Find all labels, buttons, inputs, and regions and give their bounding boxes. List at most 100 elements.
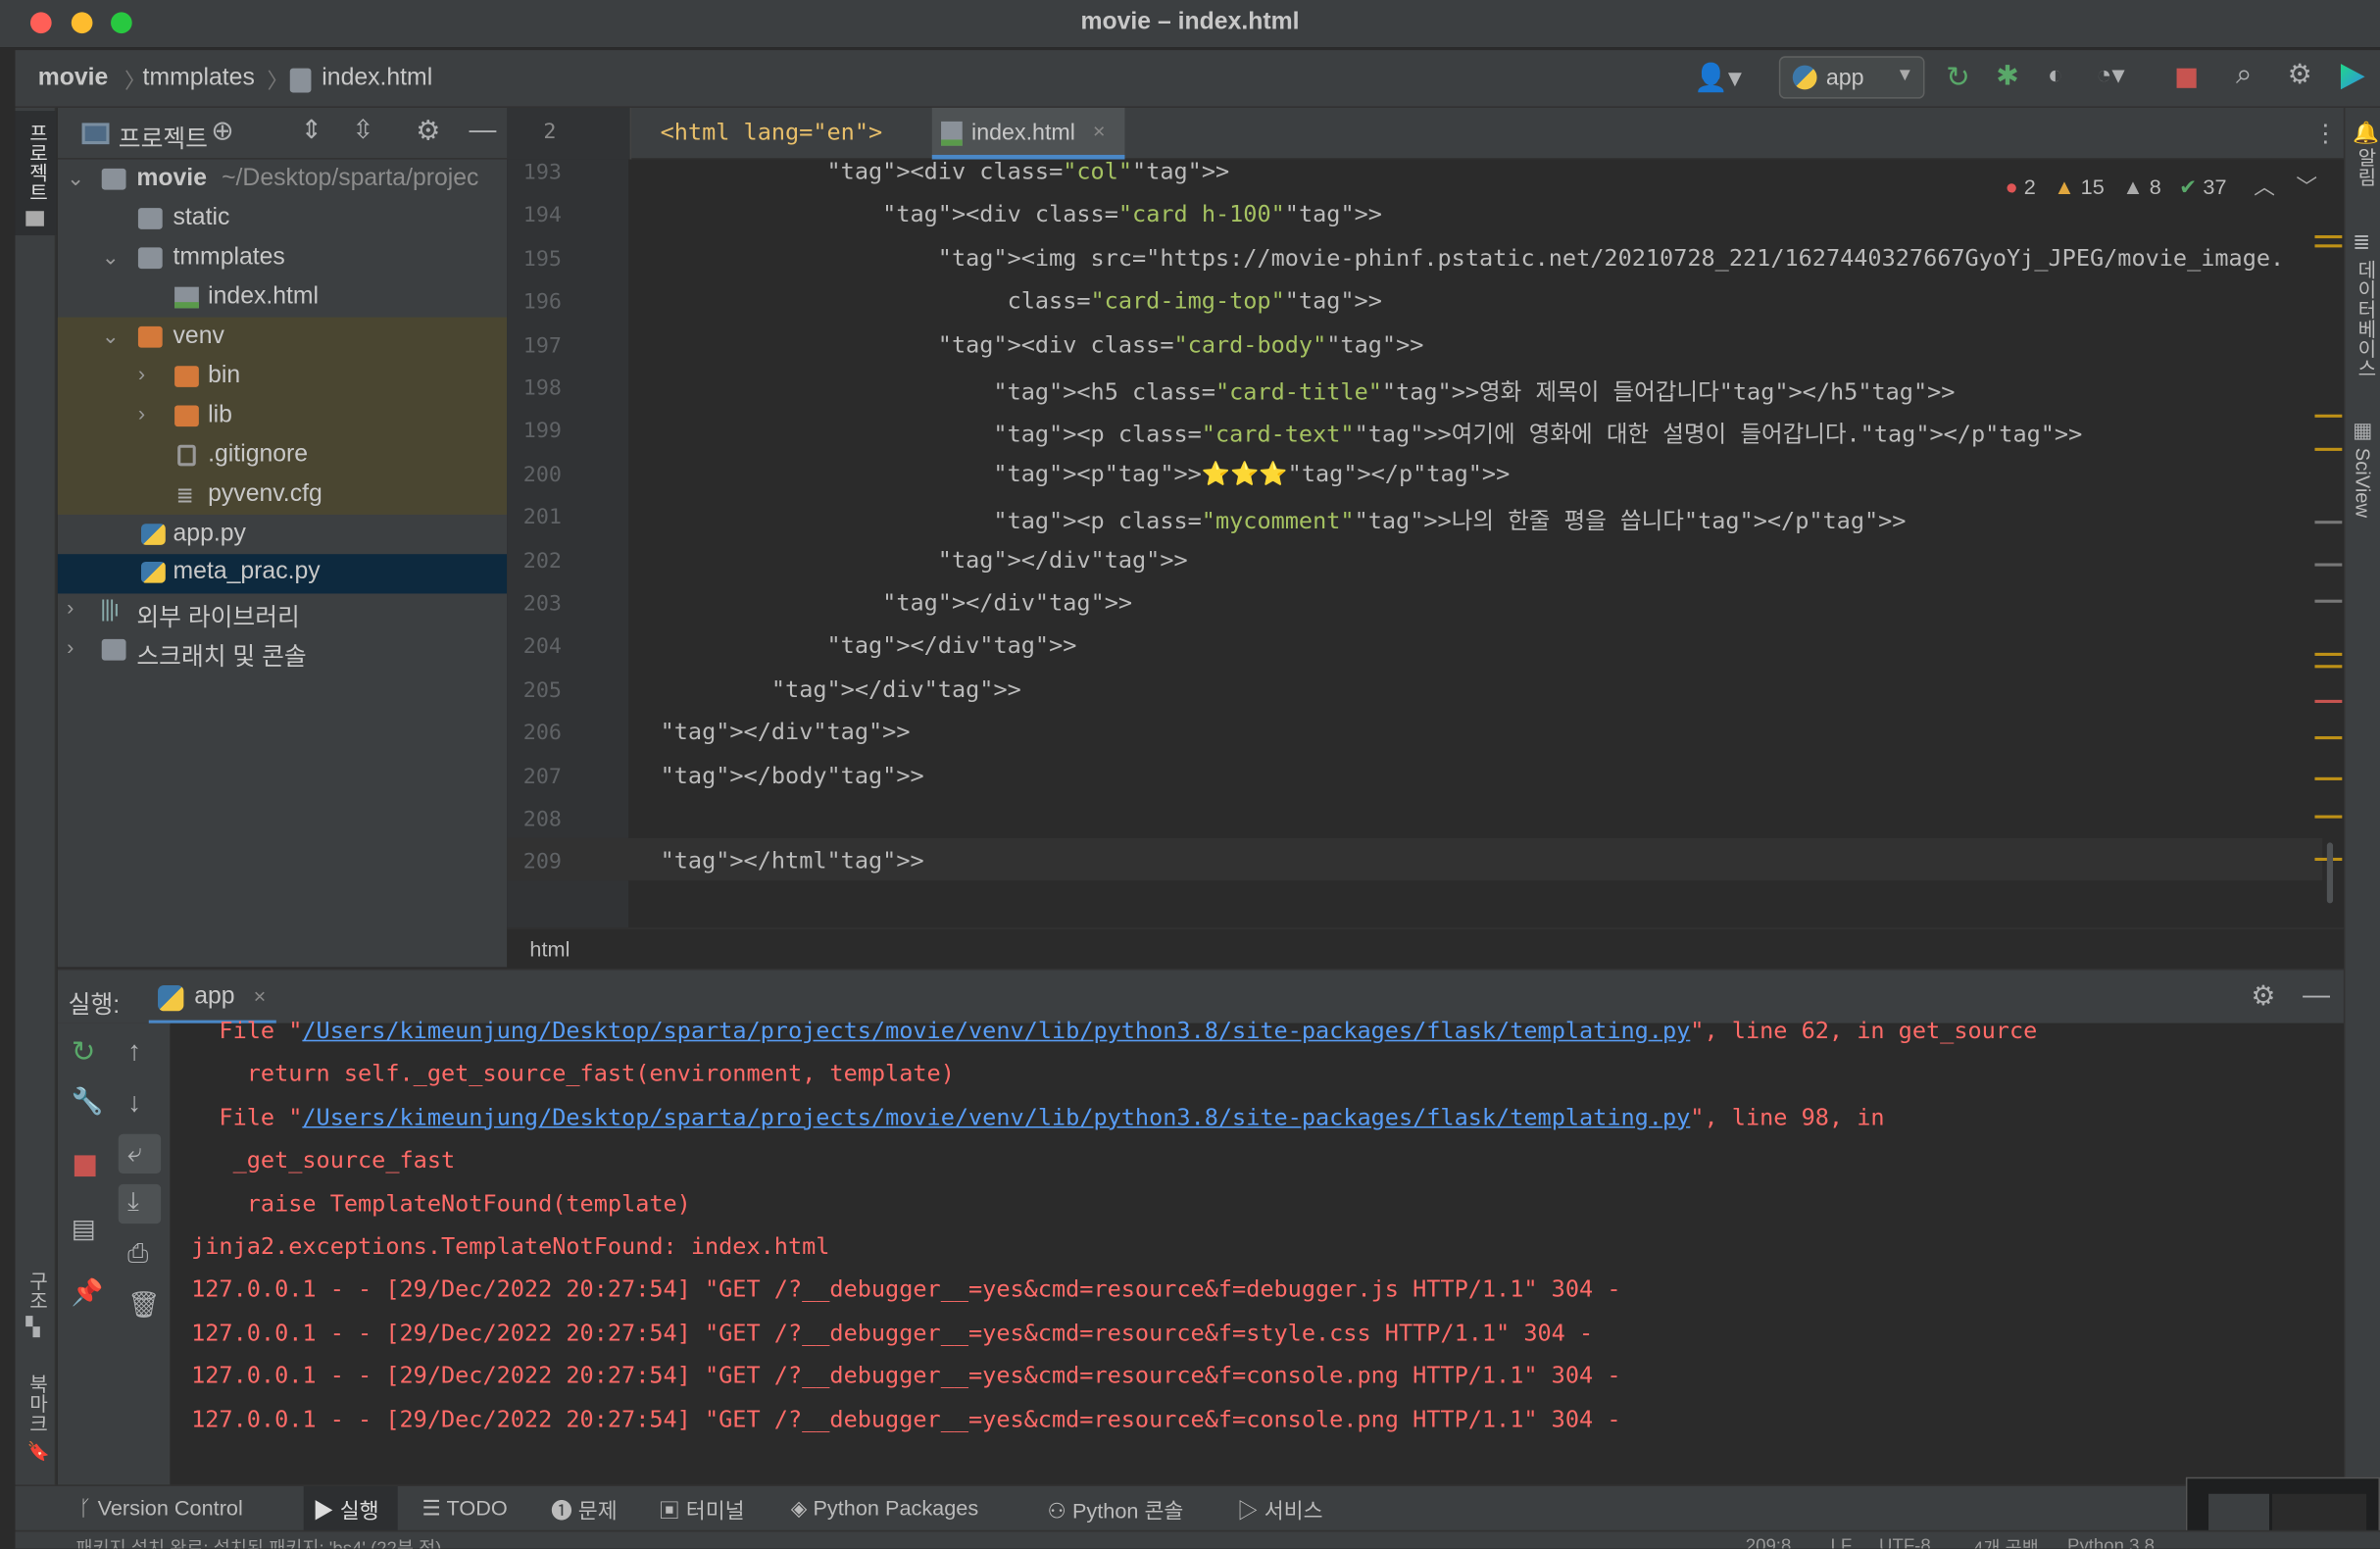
code-line[interactable]: "tag"></div"tag">> [661,719,911,746]
code-line[interactable]: class="card-img-top""tag">> [661,287,1382,315]
run-console[interactable]: File "/Users/kimeunjung/Desktop/sparta/p… [170,1017,2344,1485]
tab-version-control[interactable]: ᚴ Version Control [79,1495,243,1520]
wrench-icon[interactable]: 🔧 [72,1087,104,1118]
tree-item-app-py[interactable]: app.py [58,516,507,555]
interpreter[interactable]: Python 3.8 [2067,1535,2155,1549]
tab-problems[interactable]: ❶ 문제 [551,1495,618,1525]
code-line[interactable]: "tag"></div"tag">> [661,632,1077,660]
select-opened-file-icon[interactable]: ⊕ [211,116,233,148]
arrow-up-icon[interactable]: ↑ [127,1035,141,1068]
hide-panel-icon[interactable]: — [2303,979,2330,1012]
pin-icon[interactable]: 📌 [72,1278,104,1309]
tree-item-meta-prac-py[interactable]: meta_prac.py [57,554,508,594]
run-config-select[interactable]: app ▼ [1778,56,1925,99]
tree-item-gitignore[interactable]: .gitignore [58,437,507,476]
coverage-icon[interactable]: ◐ [2048,61,2063,91]
next-highlight-icon[interactable]: ﹀ [2296,175,2317,199]
code-line[interactable]: "tag"><div class="col""tag">> [661,158,1230,185]
code-line[interactable]: "tag"><p"tag">>⭐⭐⭐"tag"></p"tag">> [661,460,1510,487]
profile-icon[interactable]: ◔▾ [2096,61,2124,91]
breadcrumb-project[interactable]: movie [38,66,109,93]
rerun-icon[interactable]: ↻ [1946,61,1970,96]
sticky-line-code[interactable]: <html lang="en"> [661,119,883,146]
sciview-icon[interactable]: ▦ [2353,418,2372,443]
ide-logo-icon[interactable] [2340,64,2365,90]
close-tab-icon[interactable]: × [254,983,267,1008]
tab-run[interactable]: ▶ 실행 [313,1495,379,1525]
tree-item-scratches[interactable]: › 스크래치 및 콘솔 [58,631,507,671]
arrow-down-icon[interactable]: ↓ [127,1087,141,1120]
tab-python-packages[interactable]: ◈ Python Packages [791,1495,978,1521]
structure-icon[interactable]: ▚ [25,1317,39,1338]
bookmark-icon[interactable]: 🔖 [27,1441,50,1463]
close-tab-icon[interactable]: × [1093,119,1106,143]
notifications-tool-label[interactable]: 알림 [2352,147,2380,186]
tab-index-html[interactable]: index.html × [931,107,1125,160]
code-line[interactable]: "tag"></body"tag">> [661,762,924,789]
indent-setting[interactable]: 4개 공백 [1973,1535,2039,1549]
debug-icon[interactable]: ✱ [1996,61,2018,93]
gear-icon[interactable]: ⚙ [416,116,440,148]
bookmarks-tool-label[interactable]: 북마크 [23,1374,51,1432]
gear-icon[interactable]: ⚙ [2288,59,2312,91]
tree-item-lib[interactable]: › lib [58,398,507,437]
code-line[interactable]: "tag"><img src="https://movie-phinf.psta… [661,244,2285,272]
search-icon[interactable]: ⌕ [2236,59,2252,92]
tree-item-venv[interactable]: ⌄ venv [58,319,507,358]
branch-icon: ᚴ [78,1495,98,1521]
code-line[interactable]: "tag"></div"tag">> [661,675,1021,703]
tree-item-index-html[interactable]: index.html [58,279,507,319]
collapse-all-icon[interactable]: ⇳ [352,116,373,146]
code-line[interactable]: "tag"><p class="mycomment""tag">>나의 한줄 평… [661,503,1907,536]
tab-services[interactable]: ▷ 서비스 [1237,1495,1323,1525]
code-line[interactable]: "tag"><h5 class="card-title""tag">>영화 제목… [661,374,1955,407]
account-icon[interactable]: 👤▾ [1694,62,1742,94]
tab-python-console[interactable]: ⚇ Python 콘솔 [1047,1495,1183,1525]
tab-terminal[interactable]: ▣ 터미널 [659,1495,745,1525]
expand-all-icon[interactable]: ⇕ [301,116,322,146]
layout-icon[interactable]: ▤ [72,1215,96,1245]
breadcrumb-folder[interactable]: tmmplates [143,66,255,93]
breadcrumb-file[interactable]: index.html [322,66,432,93]
inspection-widget[interactable]: ● 2 ▲ 15 ▲ 8 ✔ 37 ︿ ﹀ [2006,172,2318,202]
code-line[interactable]: "tag"></div"tag">> [661,546,1188,574]
code-editor[interactable]: 193 "tag"><div class="col""tag">> 194 "ta… [507,158,2344,928]
status-message[interactable]: 패키지 설치 완료: 설치된 패키지: 'bs4' (22분 전) [75,1535,441,1549]
code-line[interactable]: "tag"><div class="card-body""tag">> [661,330,1424,358]
tree-item-pyvenv-cfg[interactable]: ≣ pyvenv.cfg [58,476,507,516]
bell-icon[interactable]: 🔔 [2353,120,2379,145]
error-stripe[interactable] [2314,160,2344,928]
editor-breadcrumb[interactable]: html [529,936,570,961]
database-icon[interactable]: ≣ [2353,229,2370,255]
database-tool-label[interactable]: 데이터베이스 [2352,260,2380,378]
project-tool-button[interactable]: 프로젝트 [15,111,57,236]
tree-item-tmmplates[interactable]: ⌄ tmmplates [58,240,507,279]
gear-icon[interactable]: ⚙ [2251,980,2275,1013]
structure-tool-label[interactable]: 구조 [23,1271,51,1310]
sciview-tool-label[interactable]: SciView [2352,448,2374,518]
console-file-link[interactable]: /Users/kimeunjung/Desktop/sparta/project… [302,1103,1690,1130]
hide-panel-icon[interactable]: — [469,114,496,146]
print-icon[interactable]: ⎙ [127,1239,148,1270]
file-encoding[interactable]: UTF-8 [1879,1535,1931,1549]
tree-item-external-libraries[interactable]: › |||ı 외부 라이브러리 [58,592,507,631]
tree-item-bin[interactable]: › bin [58,358,507,397]
console-file-link[interactable]: /Users/kimeunjung/Desktop/sparta/project… [302,1017,1690,1044]
rerun-icon[interactable]: ↻ [72,1035,96,1071]
tree-item-movie[interactable]: ⌄ movie ~/Desktop/sparta/projec [58,161,507,200]
project-panel-title[interactable]: 프로젝트 [119,119,208,155]
trash-icon[interactable]: 🗑 [127,1290,160,1321]
tab-todo[interactable]: ☰ TODO [421,1495,507,1521]
stop-icon[interactable] [74,1155,96,1177]
tree-item-static[interactable]: static [58,200,507,239]
code-line[interactable]: "tag"><p class="card-text""tag">>여기에 영화에… [661,417,2083,450]
code-line[interactable]: "tag"></html"tag">> [661,848,924,875]
code-line[interactable]: "tag"><div class="card h-100""tag">> [661,201,1382,228]
caret-position[interactable]: 209:8 [1746,1535,1792,1549]
previous-highlight-icon[interactable]: ︿ [2254,175,2275,199]
more-options-icon[interactable]: ⋮ [2313,119,2338,149]
code-line[interactable]: "tag"></div"tag">> [661,589,1132,617]
scrollbar-thumb[interactable] [2326,842,2334,904]
stop-icon[interactable] [2176,68,2197,88]
line-separator[interactable]: LF [1830,1535,1852,1549]
